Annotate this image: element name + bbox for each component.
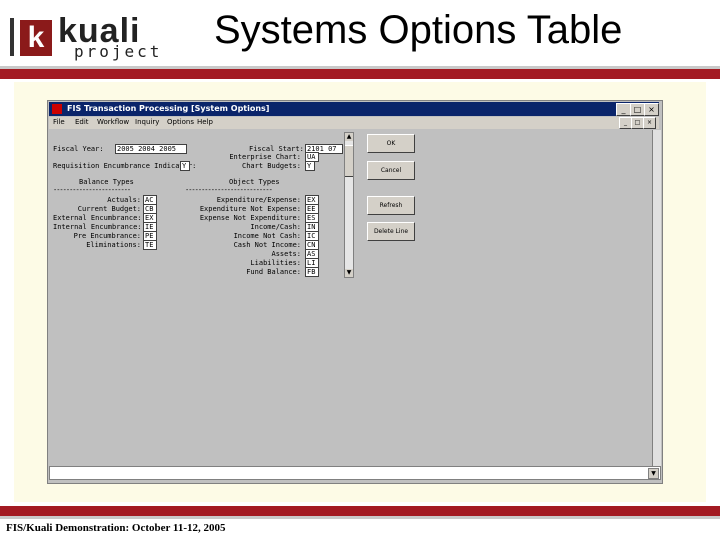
status-dropdown-icon[interactable]: ▼: [648, 468, 659, 479]
object-type-label: Expenditure Not Expense:: [199, 205, 301, 213]
window-right-scrollbar[interactable]: [652, 130, 661, 466]
header-rule: [0, 66, 720, 79]
doc-close-button[interactable]: ×: [643, 117, 656, 129]
balance-type-label: Internal Encumbrance:: [53, 223, 142, 231]
object-type-field[interactable]: FB: [305, 267, 319, 277]
refresh-button[interactable]: Refresh: [367, 196, 415, 215]
chart-budgets-field[interactable]: Y: [305, 161, 315, 171]
enterprise-chart-label: Enterprise Chart:: [229, 153, 301, 161]
app-window: FIS Transaction Processing [System Optio…: [47, 100, 663, 484]
object-type-label: Fund Balance:: [246, 268, 301, 276]
req-encumbrance-field[interactable]: Y: [180, 161, 190, 171]
menu-help[interactable]: Help: [197, 118, 213, 126]
balance-type-label: Current Budget:: [77, 205, 141, 213]
fiscal-year-field[interactable]: 2005 2004 2005: [115, 144, 187, 154]
req-encumbrance-label: Requisition Encumbrance Indicator:: [53, 162, 197, 170]
balance-type-label: External Encumbrance:: [53, 214, 142, 222]
object-type-label: Assets:: [271, 250, 301, 258]
object-type-label: Liabilities:: [250, 259, 301, 267]
menu-bar: File Edit Workflow Inquiry Options Help …: [49, 117, 659, 129]
maximize-button[interactable]: □: [630, 103, 645, 116]
ok-button[interactable]: OK: [367, 134, 415, 153]
scroll-down-arrow[interactable]: ▼: [345, 269, 353, 277]
system-options-form: Fiscal Year: 2005 2004 2005 Fiscal Start…: [49, 130, 661, 466]
logo-k-mark: k: [20, 20, 52, 56]
logo-bar: [10, 18, 14, 56]
menu-options[interactable]: Options: [167, 118, 194, 126]
fiscal-year-label: Fiscal Year:: [53, 145, 104, 153]
window-titlebar[interactable]: FIS Transaction Processing [System Optio…: [49, 102, 659, 116]
slide-footer: FIS/Kuali Demonstration: October 11-12, …: [6, 522, 226, 534]
form-scrollbar[interactable]: ▲ ▼: [344, 132, 354, 278]
cancel-button[interactable]: Cancel: [367, 161, 415, 180]
logo-subword: project: [74, 42, 163, 61]
footer-rule: [0, 506, 720, 519]
chart-budgets-label: Chart Budgets:: [241, 162, 301, 170]
object-type-label: Cash Not Income:: [233, 241, 301, 249]
balance-type-label: Eliminations:: [86, 241, 141, 249]
object-types-header: Object Types: [229, 178, 280, 186]
object-type-label: Income/Cash:: [250, 223, 301, 231]
app-icon: [52, 104, 62, 114]
status-bar[interactable]: ▼: [49, 466, 661, 480]
menu-edit[interactable]: Edit: [75, 118, 89, 126]
scroll-thumb[interactable]: [345, 145, 353, 177]
balance-type-label: Pre Encumbrance:: [73, 232, 141, 240]
balance-types-divider: ------------------------: [53, 186, 131, 194]
delete-line-button[interactable]: Delete Line: [367, 222, 415, 241]
object-type-label: Expenditure/Expense:: [216, 196, 301, 204]
window-title: FIS Transaction Processing [System Optio…: [67, 104, 270, 113]
scroll-up-arrow[interactable]: ▲: [345, 133, 353, 141]
balance-type-field[interactable]: TE: [143, 240, 157, 250]
menu-inquiry[interactable]: Inquiry: [135, 118, 159, 126]
minimize-button[interactable]: _: [616, 103, 631, 116]
close-button[interactable]: ×: [644, 103, 659, 116]
balance-type-label: Actuals:: [107, 196, 141, 204]
object-type-label: Expense Not Expenditure:: [199, 214, 301, 222]
kuali-logo: k kuali project: [8, 10, 178, 61]
fiscal-start-label: Fiscal Start:: [249, 145, 304, 153]
balance-types-header: Balance Types: [79, 178, 134, 186]
menu-workflow[interactable]: Workflow: [97, 118, 129, 126]
object-types-divider: ---------------------------: [185, 186, 273, 194]
slide-title: Systems Options Table: [214, 8, 623, 52]
object-type-label: Income Not Cash:: [233, 232, 301, 240]
menu-file[interactable]: File: [53, 118, 65, 126]
